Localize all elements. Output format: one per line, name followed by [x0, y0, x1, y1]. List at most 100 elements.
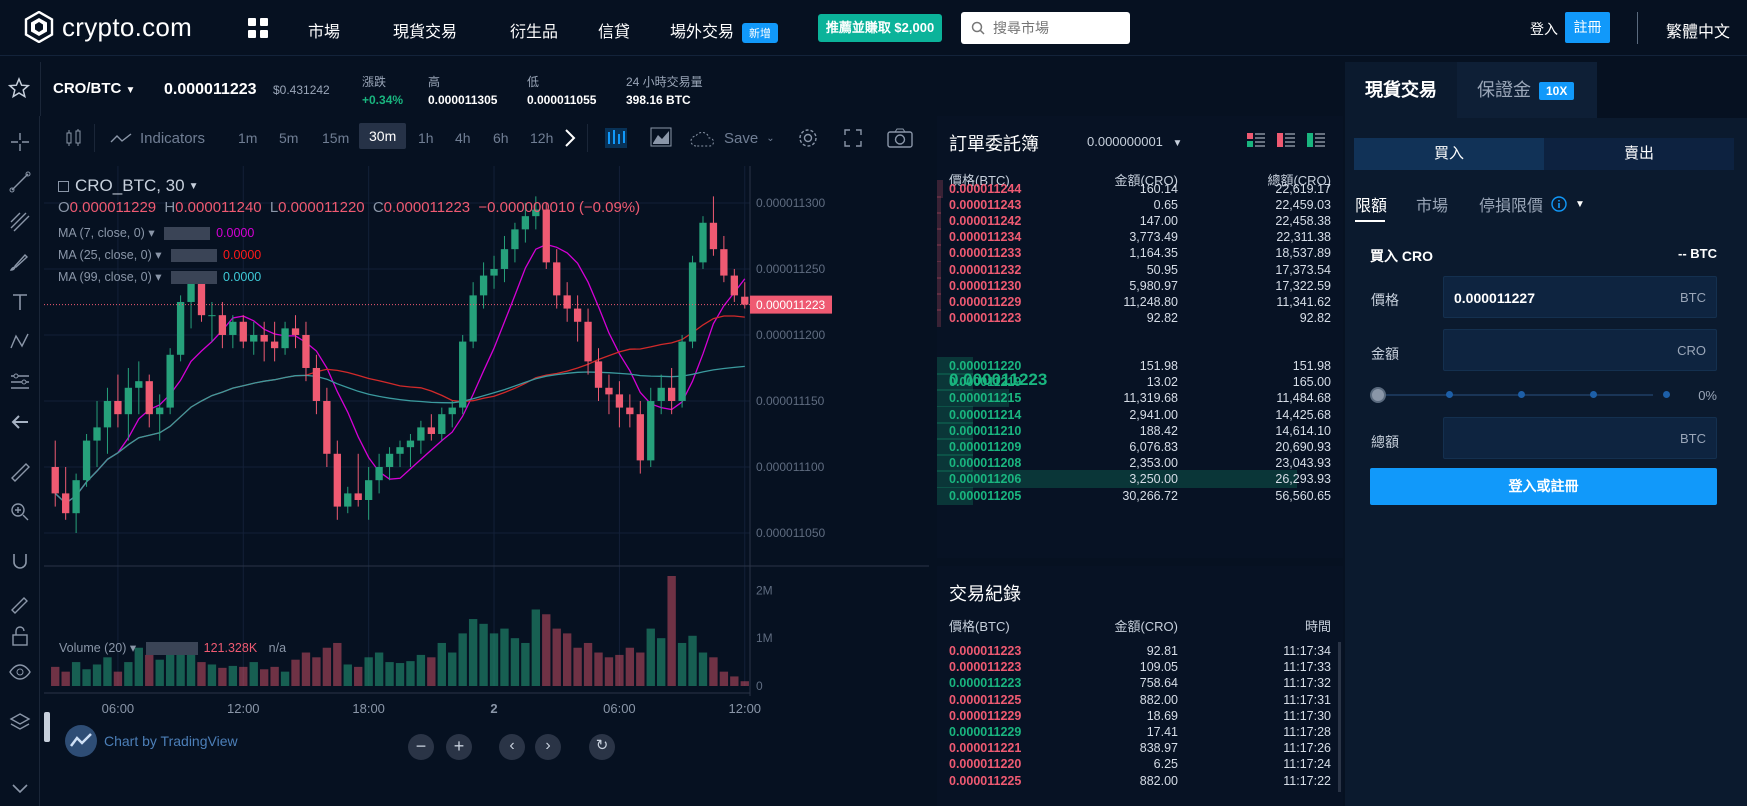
interval-15m[interactable]: 15m — [322, 130, 349, 146]
magnet-icon[interactable] — [8, 550, 32, 574]
order-type-stop-limit[interactable]: 停損限價 ▼ — [1479, 192, 1585, 216]
zoom-in-button[interactable]: + — [446, 734, 472, 760]
legend-controls[interactable] — [164, 227, 211, 241]
row-price: 0.000011209 — [949, 440, 1022, 454]
symbol-legend[interactable]: CRO_BTC, 30 ▼ — [58, 176, 199, 196]
bid-row[interactable]: 0.000011205 30,266.72 56,560.65 — [937, 486, 1343, 505]
interval-12h[interactable]: 12h — [530, 130, 553, 146]
nav-spot[interactable]: 現貨交易 — [393, 18, 457, 42]
ma99-legend[interactable]: MA (99, close, 0) ▾ 0.0000 — [58, 269, 261, 285]
row-price: 0.000011205 — [949, 488, 1022, 503]
interval-5m[interactable]: 5m — [279, 130, 298, 146]
total-input[interactable]: BTC — [1443, 417, 1717, 459]
nav-derivatives[interactable]: 衍生品 — [510, 18, 558, 42]
sell-tab[interactable]: 賣出 — [1544, 138, 1734, 170]
interval-30m[interactable]: 30m — [359, 123, 407, 149]
slider-step[interactable] — [1446, 391, 1453, 398]
price-input[interactable]: 0.000011227 BTC — [1443, 276, 1717, 318]
gear-icon[interactable] — [797, 127, 819, 149]
prediction-icon[interactable] — [8, 370, 32, 394]
amount-slider-handle[interactable] — [1370, 387, 1386, 403]
lock-icon[interactable] — [8, 624, 32, 648]
x-tick-label: 12:00 — [227, 701, 260, 716]
area-style-icon[interactable] — [650, 127, 672, 147]
form-title: 買入 CRO — [1370, 248, 1433, 264]
fib-tool-icon[interactable] — [8, 210, 32, 234]
indicators-button[interactable]: Indicators — [110, 130, 205, 147]
nav-lending[interactable]: 信貸 — [598, 18, 630, 42]
bars-style-icon[interactable] — [604, 127, 628, 149]
legend-controls[interactable] — [145, 642, 198, 656]
ruler-icon[interactable] — [8, 460, 32, 484]
amount-input[interactable]: CRO — [1443, 329, 1717, 371]
volume-legend[interactable]: Volume (20) ▾ 121.328K n/a — [59, 640, 286, 656]
scroll-left-button[interactable]: ‹ — [499, 734, 525, 760]
collapse-icon[interactable] — [8, 776, 32, 800]
login-link[interactable]: 登入 — [1530, 19, 1558, 39]
chevron-down-icon: ⌄ — [766, 133, 775, 144]
buy-tab[interactable]: 買入 — [1354, 138, 1544, 170]
slider-step[interactable] — [1518, 391, 1525, 398]
volume-bar — [667, 576, 676, 686]
back-arrow-icon[interactable] — [8, 410, 32, 434]
search-input[interactable] — [993, 20, 1123, 36]
trend-line-icon[interactable] — [8, 170, 32, 194]
scroll-right-button[interactable]: › — [535, 734, 561, 760]
tradingview-watermark[interactable]: Chart by TradingView — [64, 724, 238, 758]
nav-otc[interactable]: 場外交易 新增 — [670, 18, 779, 43]
lock-draw-icon[interactable] — [8, 590, 32, 614]
interval-6h[interactable]: 6h — [493, 130, 509, 146]
referral-promo-button[interactable]: 推薦並賺取 $2,000 — [818, 14, 942, 42]
legend-controls[interactable] — [171, 249, 218, 263]
slider-step[interactable] — [1663, 391, 1670, 398]
order-type-limit[interactable]: 限額 — [1355, 192, 1387, 216]
interval-1h[interactable]: 1h — [418, 130, 434, 146]
ma7-legend[interactable]: MA (7, close, 0) ▾ 0.0000 — [58, 225, 254, 241]
order-type-market[interactable]: 市場 — [1416, 192, 1448, 216]
book-asks-icon[interactable] — [1277, 133, 1295, 147]
tab-spot[interactable]: 現貨交易 — [1345, 62, 1457, 118]
star-icon[interactable] — [8, 77, 30, 99]
language-selector[interactable]: 繁體中文 — [1666, 18, 1730, 42]
login-or-register-button[interactable]: 登入或註冊 — [1370, 468, 1717, 505]
trade-price: 0.000011223 — [949, 644, 1022, 658]
pattern-icon[interactable] — [8, 330, 32, 354]
ask-row[interactable]: 0.000011223 92.82 92.82 — [937, 309, 1343, 328]
brush-icon[interactable] — [8, 250, 32, 274]
tab-margin[interactable]: 保證金 10X — [1457, 62, 1597, 118]
legend-controls[interactable] — [171, 271, 218, 285]
nav-otc-label: 場外交易 — [670, 24, 735, 41]
apps-grid-icon[interactable] — [248, 18, 268, 38]
volume-bar — [228, 665, 238, 686]
fullscreen-icon[interactable] — [843, 128, 863, 148]
zoom-out-button[interactable]: − — [408, 734, 434, 760]
candle-type-icon[interactable] — [64, 128, 84, 148]
pair-selector[interactable]: CRO/BTC ▼ — [53, 80, 135, 97]
eye-icon[interactable] — [8, 660, 32, 684]
logo[interactable]: crypto.com — [24, 11, 192, 43]
side-collapse-handle[interactable] — [44, 712, 50, 742]
interval-4h[interactable]: 4h — [455, 130, 471, 146]
search-box[interactable] — [961, 12, 1130, 44]
trades-scrollbar[interactable] — [1338, 642, 1341, 792]
price-chart[interactable]: 0.000011223 0.000011300 0.000011250 0.00001… — [44, 166, 929, 806]
precision-selector[interactable]: 0.000000001 ▼ — [1087, 134, 1182, 149]
layers-icon[interactable] — [8, 710, 32, 734]
save-button[interactable]: Save ⌄ — [690, 130, 775, 147]
book-both-icon[interactable] — [1247, 133, 1265, 147]
chevron-right-icon[interactable] — [563, 128, 577, 148]
text-tool-icon[interactable] — [8, 290, 32, 314]
reset-chart-button[interactable]: ↻ — [589, 734, 615, 760]
camera-icon[interactable] — [887, 128, 913, 148]
amount-slider-track[interactable] — [1379, 394, 1653, 396]
collapse-square-icon[interactable] — [58, 180, 69, 192]
ma25-legend[interactable]: MA (25, close, 0) ▾ 0.0000 — [58, 247, 261, 263]
row-price: 0.000011206 — [949, 472, 1022, 487]
info-icon[interactable] — [1551, 196, 1567, 212]
book-bids-icon[interactable] — [1307, 133, 1325, 147]
nav-markets[interactable]: 市場 — [308, 18, 340, 42]
register-button[interactable]: 註冊 — [1565, 12, 1610, 43]
interval-1m[interactable]: 1m — [238, 130, 257, 146]
zoom-in-icon[interactable] — [8, 500, 32, 524]
slider-step[interactable] — [1590, 391, 1597, 398]
